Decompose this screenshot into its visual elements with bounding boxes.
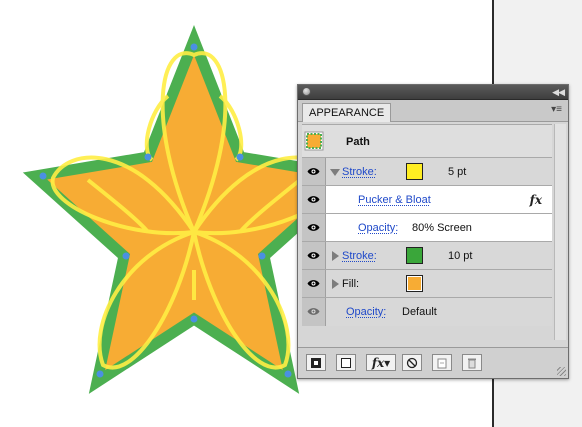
visibility-toggle[interactable]	[302, 186, 326, 213]
opacity-row-object[interactable]: Opacity: Default	[302, 298, 552, 326]
fx-menu-icon: fx▾	[371, 355, 391, 370]
add-new-fill-button[interactable]	[336, 354, 356, 371]
object-row[interactable]: Path	[302, 124, 552, 158]
opacity-value[interactable]: 80% Screen	[412, 221, 472, 235]
stroke-link[interactable]: Stroke:	[342, 249, 377, 263]
panel-menu-icon[interactable]: ▾≡	[551, 104, 562, 116]
stroke-color-swatch[interactable]	[406, 163, 423, 180]
collapse-panel-icon[interactable]: ◀◀	[552, 85, 565, 99]
resize-grip[interactable]	[557, 367, 566, 376]
visibility-toggle[interactable]	[302, 298, 326, 326]
delete-item-icon	[468, 358, 476, 368]
stroke-link[interactable]: Stroke:	[342, 165, 377, 179]
collapse-triangle-icon[interactable]	[330, 169, 340, 176]
eye-icon	[307, 280, 320, 287]
delete-item-button[interactable]	[462, 354, 482, 371]
panel-titlebar[interactable]: ◀◀	[298, 85, 568, 100]
eye-icon	[307, 252, 320, 259]
opacity-link[interactable]: Opacity:	[358, 221, 398, 235]
stroke-color-swatch[interactable]	[406, 247, 423, 264]
object-type-label: Path	[346, 136, 370, 148]
eye-icon	[307, 308, 320, 315]
clear-appearance-icon	[406, 357, 418, 368]
duplicate-item-button[interactable]	[432, 354, 452, 371]
visibility-toggle[interactable]	[302, 270, 326, 297]
panel-tabbar: APPEARANCE ▾≡	[298, 100, 568, 122]
fill-row[interactable]: Fill:	[302, 270, 552, 298]
path-thumbnail-icon	[304, 131, 324, 151]
appearance-list: Path Stroke: 5 pt Pucker & Bloat fx Opac…	[302, 124, 552, 326]
opacity-value[interactable]: Default	[402, 305, 437, 319]
add-new-stroke-button[interactable]	[306, 354, 326, 371]
duplicate-item-icon	[437, 358, 447, 368]
new-fill-icon	[341, 357, 351, 368]
close-panel-icon[interactable]	[302, 87, 311, 96]
fill-label: Fill:	[342, 278, 360, 290]
fill-color-swatch[interactable]	[406, 275, 423, 292]
eye-icon	[307, 168, 320, 175]
list-scrollbar[interactable]	[554, 124, 566, 340]
opacity-row-sub[interactable]: Opacity: 80% Screen	[302, 214, 552, 242]
panel-bottom-toolbar: fx▾	[298, 347, 568, 378]
fx-icon: fx	[529, 193, 542, 207]
eye-icon	[307, 224, 320, 231]
effect-row[interactable]: Pucker & Bloat fx	[302, 186, 552, 214]
eye-icon	[307, 196, 320, 203]
appearance-panel: ◀◀ APPEARANCE ▾≡ Path Stroke: 5 pt Pucke…	[297, 84, 569, 379]
pucker-bloat-effect-link[interactable]: Pucker & Bloat	[358, 193, 431, 207]
stroke-weight-value[interactable]: 5 pt	[448, 165, 466, 179]
expand-triangle-icon[interactable]	[332, 251, 339, 261]
visibility-toggle[interactable]	[302, 158, 326, 185]
new-stroke-icon	[311, 357, 321, 368]
add-new-effect-button[interactable]: fx▾	[366, 354, 396, 371]
expand-triangle-icon[interactable]	[332, 279, 339, 289]
stroke-row-green[interactable]: Stroke: 10 pt	[302, 242, 552, 270]
visibility-toggle[interactable]	[302, 214, 326, 241]
opacity-link[interactable]: Opacity:	[346, 305, 386, 319]
visibility-toggle[interactable]	[302, 242, 326, 269]
tab-appearance[interactable]: APPEARANCE	[302, 103, 392, 122]
thumbnail-cell	[302, 125, 326, 157]
stroke-weight-value[interactable]: 10 pt	[448, 249, 472, 263]
stroke-row-yellow[interactable]: Stroke: 5 pt	[302, 158, 552, 186]
clear-appearance-button[interactable]	[402, 354, 422, 371]
